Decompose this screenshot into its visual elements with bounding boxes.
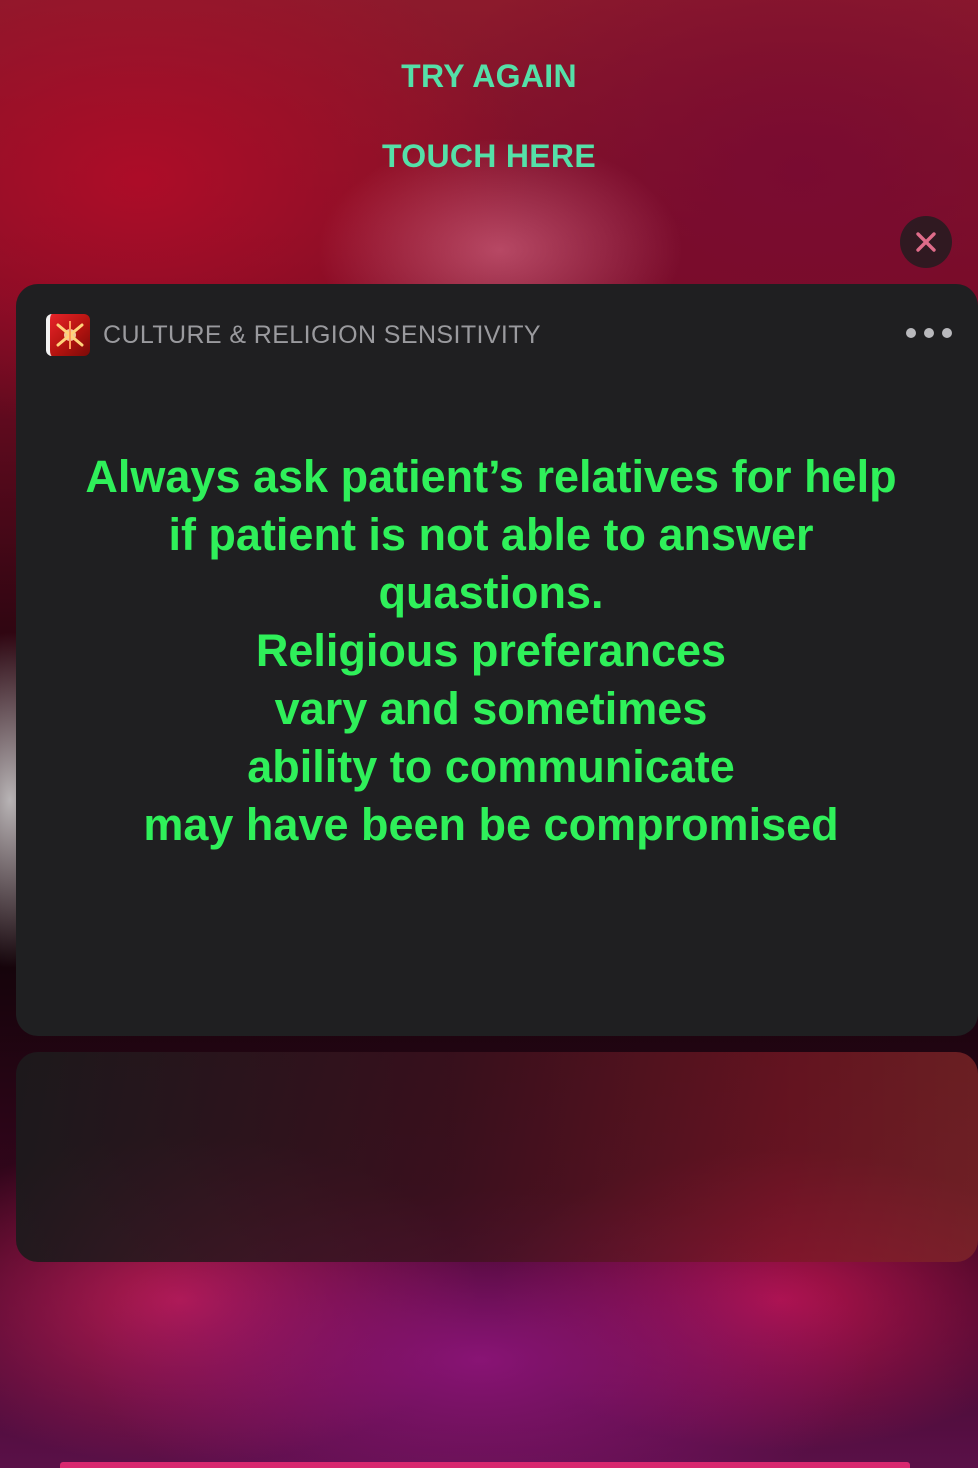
try-again-button[interactable]: TRY AGAIN [0, 58, 978, 95]
notification-card[interactable]: CULTURE & RELIGION SENSITIVITY Always as… [16, 284, 978, 1036]
message-line: Religious preferances [255, 625, 727, 676]
action-panel [16, 1052, 978, 1262]
touch-here-button[interactable]: TOUCH HERE [0, 138, 978, 175]
notification-screen: TRY AGAIN TOUCH HERE CULTURE & RELIGION … [0, 0, 978, 1468]
dot [942, 328, 952, 338]
message-line: quastions. [378, 567, 604, 618]
message-line: vary and sometimes [274, 683, 708, 734]
dot [924, 328, 934, 338]
app-name: CULTURE & RELIGION SENSITIVITY [103, 320, 542, 349]
bottom-edge [60, 1462, 910, 1468]
message-line: if patient is not able to answer [168, 509, 814, 560]
dot [906, 328, 916, 338]
notification-message: Always ask patient’s relatives for help … [46, 448, 936, 854]
close-button[interactable] [900, 216, 952, 268]
notification-header: CULTURE & RELIGION SENSITIVITY [46, 314, 541, 356]
message-line: Always ask patient’s relatives for help [85, 451, 897, 502]
ellipsis-icon[interactable] [906, 328, 952, 338]
message-line: may have been be compromised [143, 799, 839, 850]
app-logo-icon [46, 314, 90, 356]
message-line: ability to communicate [247, 741, 735, 792]
close-icon [915, 231, 937, 253]
